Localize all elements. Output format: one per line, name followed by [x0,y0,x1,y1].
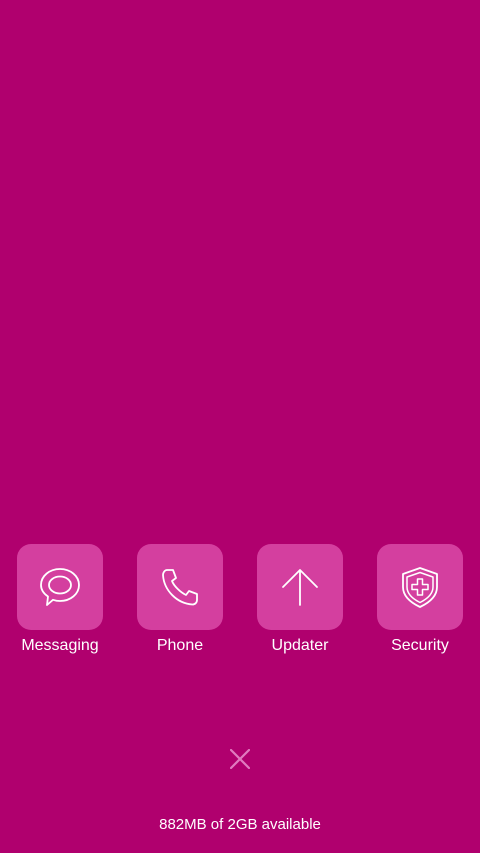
app-tile[interactable] [257,544,343,630]
close-icon [230,749,250,769]
app-tile[interactable] [377,544,463,630]
app-tile[interactable] [17,544,103,630]
app-phone[interactable]: Phone [120,544,240,655]
app-messaging[interactable]: Messaging [0,544,120,655]
memory-status: 882MB of 2GB available [159,816,321,833]
close-all-button[interactable] [225,744,255,774]
app-tile[interactable] [137,544,223,630]
recent-apps-row: Messaging Phone Updater Security [0,544,480,664]
app-label: Phone [156,637,204,654]
phone-icon [162,569,198,606]
app-label: Security [391,637,449,654]
app-label: Messaging [21,637,99,654]
app-label: Updater [271,637,329,654]
shield-plus-icon [402,567,438,608]
app-updater[interactable]: Updater [240,544,360,655]
recents-screen: Messaging Phone Updater Security 882MB o… [0,0,480,853]
chat-bubble-icon [40,568,80,606]
app-security[interactable]: Security [360,544,480,655]
arrow-up-icon [282,569,318,606]
